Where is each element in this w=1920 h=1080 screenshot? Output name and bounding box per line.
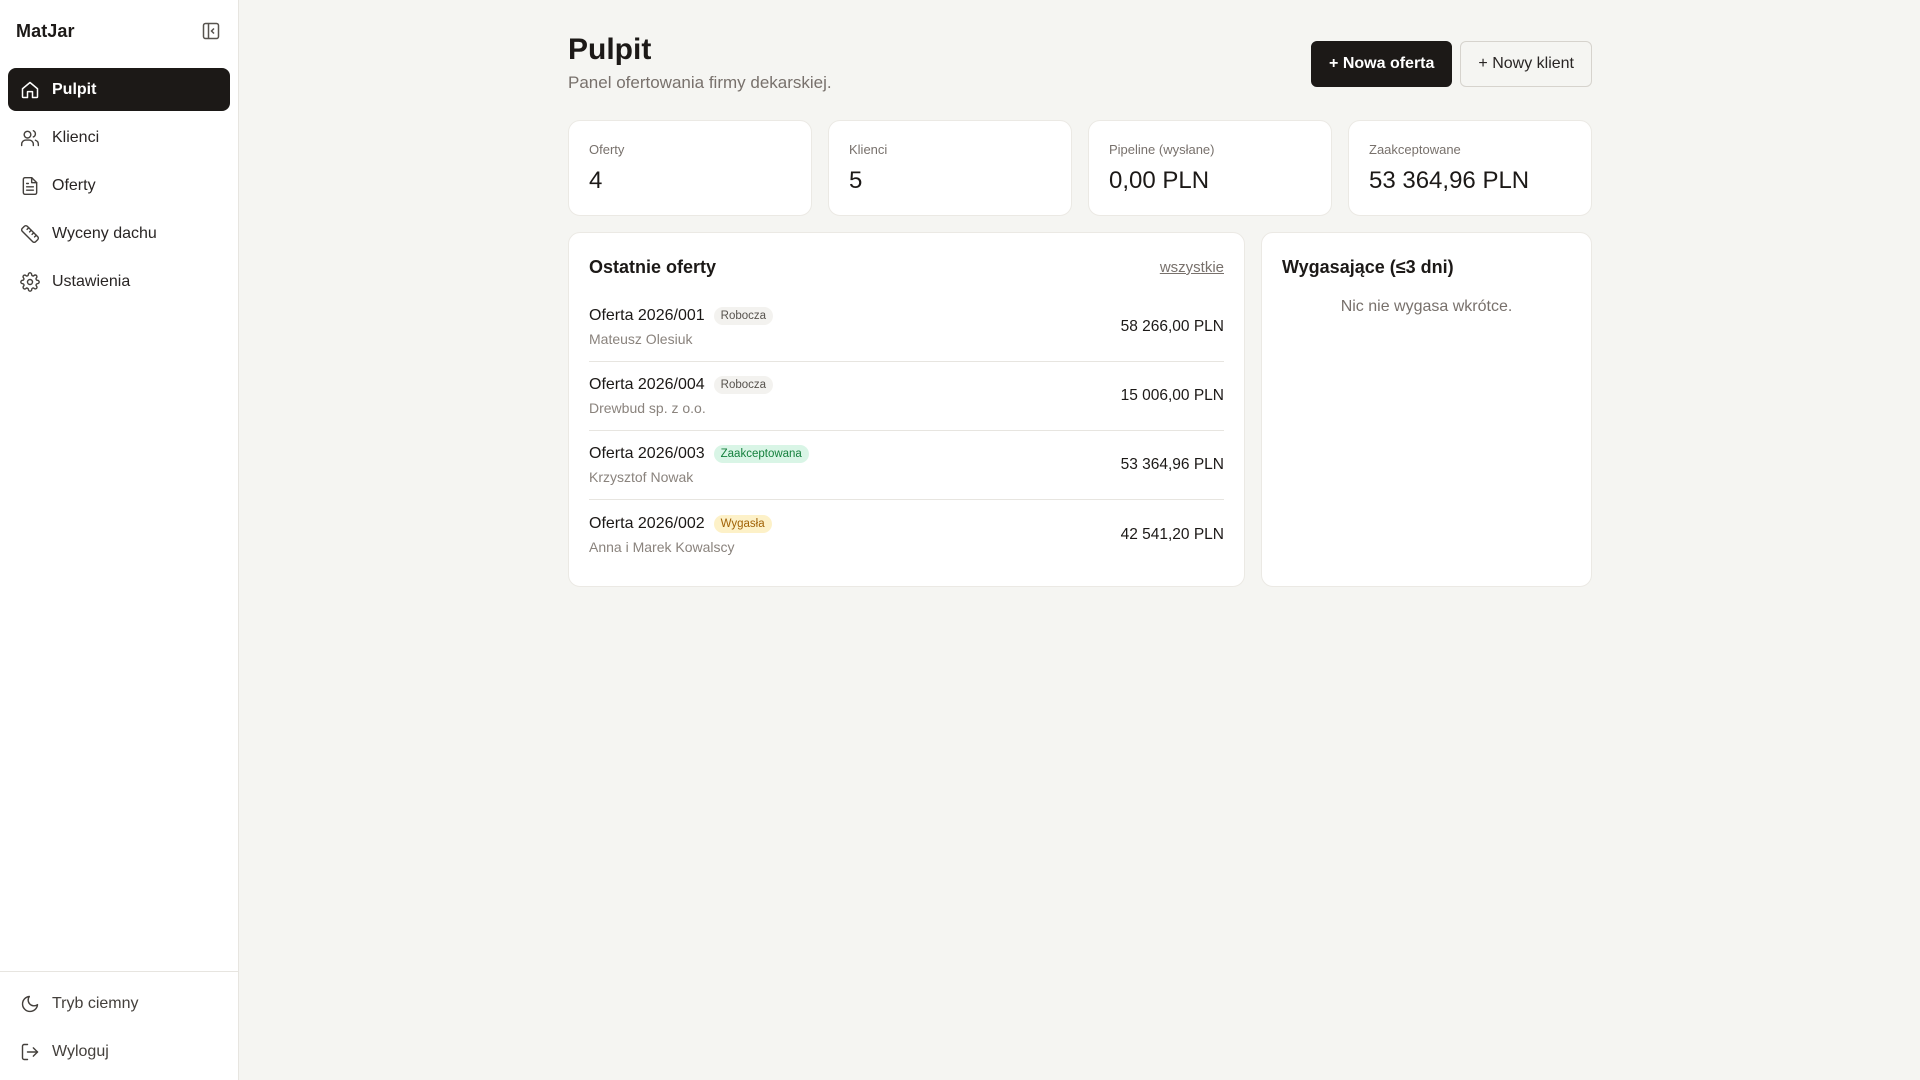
dark-mode-toggle[interactable]: Tryb ciemny	[8, 982, 230, 1025]
sidebar-item-label: Wyceny dachu	[52, 224, 157, 242]
offer-amount: 42 541,20 PLN	[1120, 525, 1224, 543]
offer-amount: 58 266,00 PLN	[1120, 318, 1224, 335]
sidebar-nav: Pulpit Klienci Oferty Wyceny dachu Ustaw…	[8, 68, 230, 308]
offer-name: Oferta 2026/001	[589, 307, 705, 324]
stat-value: 53 364,96 PLN	[1369, 167, 1530, 194]
offer-row[interactable]: Oferta 2026/002 Wygasła Anna i Marek Kow…	[589, 500, 1224, 569]
status-badge: Robocza	[713, 376, 774, 394]
sidebar-item-klienci[interactable]: Klienci	[8, 116, 230, 159]
offer-heading: Oferta 2026/002 Wygasła	[589, 514, 772, 533]
sidebar-header: MatJar	[16, 18, 222, 44]
offer-heading: Oferta 2026/004 Robocza	[589, 376, 774, 394]
offer-info: Oferta 2026/003 Zaakceptowana Krzysztof …	[589, 445, 809, 485]
sidebar: MatJar Pulpit Klienci Oferty Wyceny dach…	[0, 0, 239, 1080]
expiring-offers-card: Wygasające (≤3 dni) Nic nie wygasa wkrót…	[1261, 232, 1592, 587]
sidebar-item-label: Ustawienia	[52, 272, 131, 290]
recent-offers-card: Ostatnie oferty wszystkie Oferta 2026/00…	[568, 232, 1245, 587]
sidebar-collapse-icon[interactable]	[200, 20, 222, 42]
stat-value: 5	[849, 167, 863, 194]
users-icon	[20, 129, 40, 146]
offer-row[interactable]: Oferta 2026/001 Robocza Mateusz Olesiuk …	[589, 293, 1224, 362]
offer-amount: 15 006,00 PLN	[1120, 387, 1224, 404]
stat-label: Oferty	[589, 142, 625, 157]
offer-name: Oferta 2026/004	[589, 376, 705, 393]
moon-icon	[21, 995, 39, 1012]
app-brand: MatJar	[16, 20, 75, 41]
sidebar-item-pulpit[interactable]: Pulpit	[8, 68, 230, 111]
sidebar-item-oferty[interactable]: Oferty	[8, 164, 230, 207]
stat-card-pipeline: Pipeline (wysłane) 0,00 PLN	[1088, 120, 1332, 216]
card-header: Ostatnie oferty wszystkie	[589, 233, 1224, 302]
offer-amount: 53 364,96 PLN	[1120, 456, 1224, 473]
status-badge: Robocza	[713, 307, 774, 325]
ruler-icon	[20, 224, 40, 243]
empty-state-message: Nic nie wygasa wkrótce.	[1340, 298, 1513, 315]
header-actions: + Nowa oferta + Nowy klient	[1311, 41, 1592, 87]
sidebar-item-ustawienia[interactable]: Ustawienia	[8, 260, 230, 303]
file-text-icon	[22, 176, 38, 195]
offer-heading: Oferta 2026/001 Robocza	[589, 307, 774, 325]
stat-label: Klienci	[849, 142, 888, 157]
dark-mode-label: Tryb ciemny	[52, 994, 139, 1012]
sidebar-item-label: Oferty	[52, 176, 96, 194]
stat-card-clients: Klienci 5	[828, 120, 1072, 216]
new-client-button[interactable]: + Nowy klient	[1460, 41, 1592, 87]
offer-client: Mateusz Olesiuk	[589, 331, 693, 347]
sidebar-item-label: Klienci	[52, 128, 100, 146]
stat-value: 4	[589, 167, 603, 194]
offer-info: Oferta 2026/001 Robocza Mateusz Olesiuk	[589, 307, 774, 347]
home-icon	[21, 81, 39, 98]
logout-label: Wyloguj	[52, 1042, 109, 1060]
offer-row[interactable]: Oferta 2026/003 Zaakceptowana Krzysztof …	[589, 431, 1224, 500]
offer-row[interactable]: Oferta 2026/004 Robocza Drewbud sp. z o.…	[589, 362, 1224, 431]
stat-card-offers: Oferty 4	[568, 120, 812, 216]
stats-row: Oferty 4 Klienci 5 Pipeline (wysłane) 0,…	[568, 120, 1592, 216]
sidebar-footer: Tryb ciemny Wyloguj	[0, 971, 238, 1080]
gear-icon	[20, 271, 40, 292]
status-badge: Wygasła	[713, 514, 772, 533]
stat-card-accepted: Zaakceptowane 53 364,96 PLN	[1348, 120, 1592, 216]
sidebar-item-label: Pulpit	[52, 80, 97, 98]
card-title: Ostatnie oferty	[589, 257, 717, 277]
offer-client: Krzysztof Nowak	[589, 469, 694, 485]
new-offer-button[interactable]: + Nowa oferta	[1311, 41, 1453, 87]
offer-name: Oferta 2026/003	[589, 445, 705, 462]
offer-info: Oferta 2026/002 Wygasła Anna i Marek Kow…	[589, 514, 772, 555]
offer-name: Oferta 2026/002	[589, 514, 705, 532]
sidebar-item-wyceny-dachu[interactable]: Wyceny dachu	[8, 212, 230, 255]
card-title: Wygasające (≤3 dni)	[1282, 257, 1454, 277]
offer-client: Anna i Marek Kowalscy	[589, 538, 735, 555]
logout-icon	[21, 1043, 39, 1060]
stat-label: Zaakceptowane	[1369, 142, 1461, 157]
offer-info: Oferta 2026/004 Robocza Drewbud sp. z o.…	[589, 376, 774, 416]
offers-list: Oferta 2026/001 Robocza Mateusz Olesiuk …	[589, 293, 1224, 569]
page-subtitle: Panel ofertowania firmy dekarskiej.	[568, 73, 832, 92]
view-all-link[interactable]: wszystkie	[1160, 259, 1224, 276]
offer-client: Drewbud sp. z o.o.	[589, 400, 706, 416]
stat-value: 0,00 PLN	[1109, 167, 1210, 194]
status-badge: Zaakceptowana	[713, 445, 809, 463]
card-header: Wygasające (≤3 dni)	[1282, 233, 1571, 302]
offer-heading: Oferta 2026/003 Zaakceptowana	[589, 445, 809, 463]
stat-label: Pipeline (wysłane)	[1109, 142, 1215, 157]
logout-button[interactable]: Wyloguj	[8, 1030, 230, 1073]
page-title: Pulpit	[568, 33, 652, 66]
